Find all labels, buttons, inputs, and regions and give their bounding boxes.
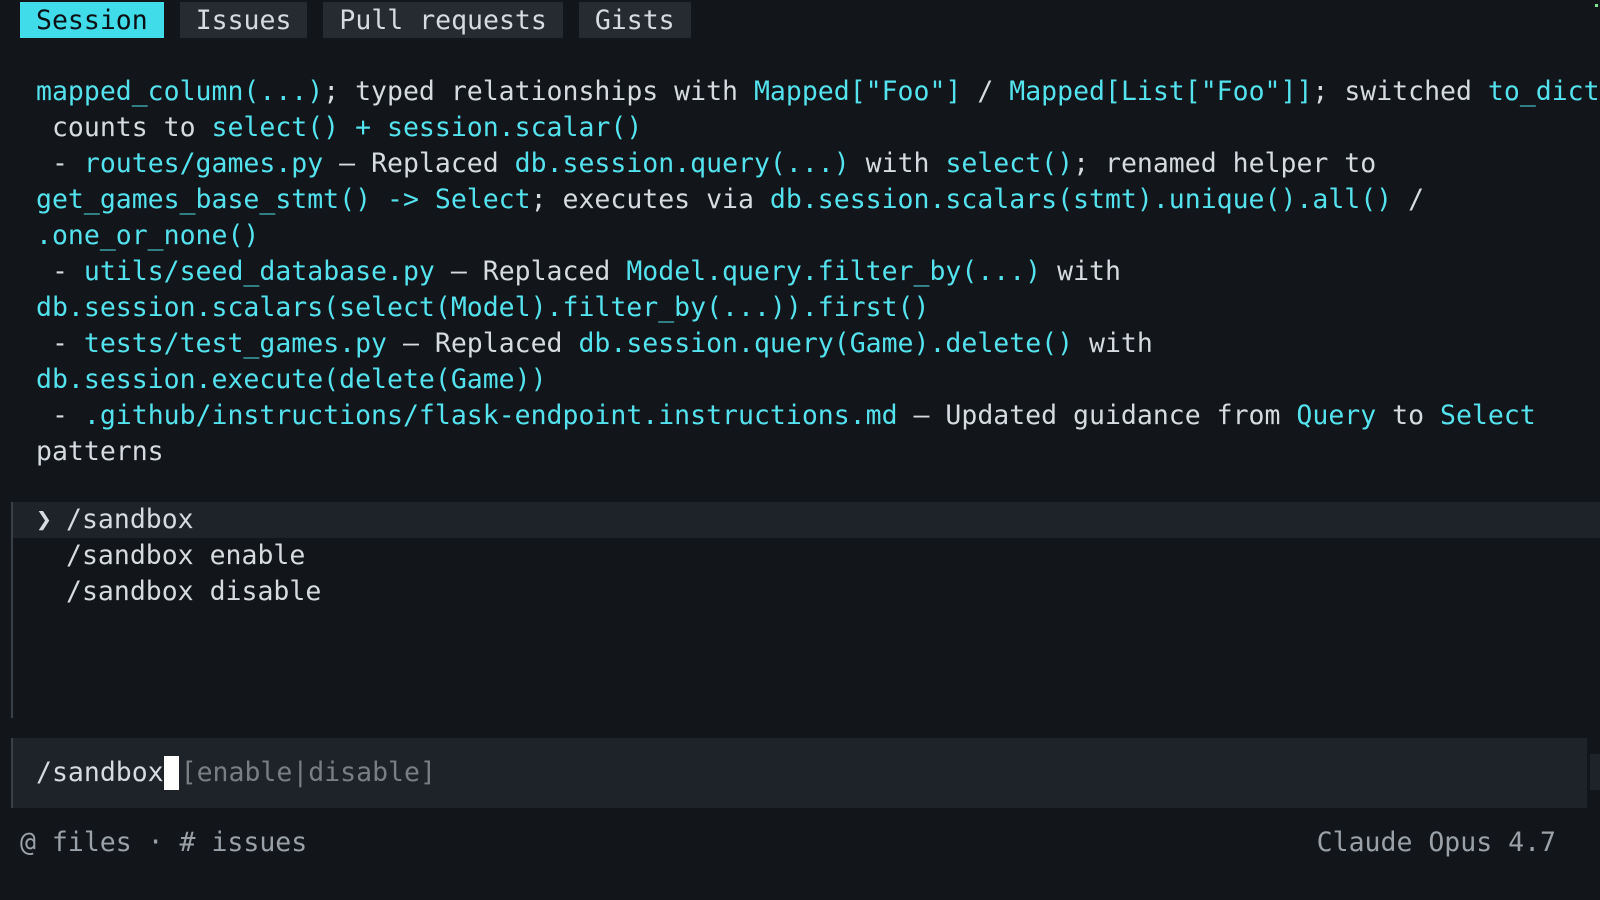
code-span: select() + session.scalar() xyxy=(211,112,643,143)
code-span: db.session.query(...) xyxy=(514,148,850,179)
footer-shortcuts: @ files · # issues xyxy=(20,827,308,858)
input-bar-tail xyxy=(1590,754,1600,790)
text-span: with xyxy=(849,148,946,179)
text-span: patterns xyxy=(36,436,164,467)
output-line: - utils/seed_database.py — Replaced Mode… xyxy=(36,254,1600,290)
code-span: to_dict xyxy=(1487,76,1600,107)
output-line: .one_or_none() xyxy=(36,218,1600,254)
text-span: - xyxy=(36,148,84,179)
text-span: to xyxy=(1376,400,1441,431)
code-span: .github/instructions/flask-endpoint.inst… xyxy=(83,400,898,431)
code-span: routes/games.py xyxy=(83,148,324,179)
code-span: Select xyxy=(1440,400,1536,431)
text-cursor xyxy=(163,756,179,790)
code-span: Mapped["Foo"] xyxy=(753,76,962,107)
text-span: ; typed relationships with xyxy=(323,76,754,107)
text-span: with xyxy=(1041,256,1121,287)
text-span: ; executes via xyxy=(530,184,770,215)
code-span: db.session.query(Game).delete() xyxy=(578,328,1074,359)
text-span: - xyxy=(36,400,84,431)
output-line: patterns xyxy=(36,434,1600,470)
model-name: Claude Opus 4.7 xyxy=(1316,827,1556,858)
tab-bar: Session Issues Pull requests Gists xyxy=(20,2,691,38)
output-line: - .github/instructions/flask-endpoint.in… xyxy=(36,398,1600,434)
text-span: — Replaced xyxy=(434,256,627,287)
chevron-right-icon: ❯ xyxy=(36,504,52,535)
code-span: select() xyxy=(945,148,1074,179)
text-span: counts to xyxy=(36,112,212,143)
text-span: with xyxy=(1073,328,1153,359)
text-span: ; switched xyxy=(1312,76,1488,107)
suggestion-label: /sandbox disable xyxy=(66,576,322,607)
session-output: mapped_column(...); typed relationships … xyxy=(36,74,1600,470)
text-span: — Replaced xyxy=(387,328,579,359)
suggestion-sandbox-enable[interactable]: /sandbox enable xyxy=(36,538,321,574)
code-span: get_games_base_stmt() -> Select xyxy=(36,184,531,215)
code-span: Model.query.filter_by(...) xyxy=(626,256,1042,287)
text-span: — Updated guidance from xyxy=(897,400,1297,431)
text-span: / xyxy=(1392,184,1425,215)
code-span: Mapped[List["Foo"]] xyxy=(1009,76,1313,107)
code-span: Query xyxy=(1296,400,1377,431)
input-hint: [enable|disable] xyxy=(180,757,436,788)
output-line: get_games_base_stmt() -> Select; execute… xyxy=(36,182,1600,218)
output-line: db.session.execute(delete(Game)) xyxy=(36,362,1600,398)
output-line: mapped_column(...); typed relationships … xyxy=(36,74,1600,110)
output-line: - tests/test_games.py — Replaced db.sess… xyxy=(36,326,1600,362)
code-span: db.session.execute(delete(Game)) xyxy=(36,364,547,395)
text-span: / xyxy=(961,76,1010,107)
input-value: /sandbox xyxy=(36,757,164,788)
suggestion-label: /sandbox xyxy=(66,504,194,535)
code-span: .one_or_none() xyxy=(36,220,260,251)
output-line: - routes/games.py — Replaced db.session.… xyxy=(36,146,1600,182)
tab-pull-requests[interactable]: Pull requests xyxy=(323,2,563,38)
suggestion-sandbox[interactable]: ❯ /sandbox xyxy=(36,502,321,538)
text-span: - xyxy=(36,328,84,359)
status-dot xyxy=(1595,4,1598,7)
tab-gists[interactable]: Gists xyxy=(578,2,691,38)
code-span: tests/test_games.py xyxy=(83,328,388,359)
code-span: mapped_column(...) xyxy=(36,76,324,107)
suggestion-label: /sandbox enable xyxy=(66,540,306,571)
command-suggestions: ❯ /sandbox /sandbox enable /sandbox disab… xyxy=(36,502,321,610)
tab-issues[interactable]: Issues xyxy=(179,2,308,38)
tab-session[interactable]: Session xyxy=(20,2,164,38)
prompt-input[interactable]: /sandbox [enable|disable] xyxy=(36,755,436,791)
code-span: db.session.scalars(select(Model).filter_… xyxy=(36,292,930,323)
text-span: — Replaced xyxy=(323,148,515,179)
status-bar: @ files · # issues Claude Opus 4.7 xyxy=(20,825,1556,861)
code-span: utils/seed_database.py xyxy=(83,256,435,287)
output-line: counts to select() + session.scalar() xyxy=(36,110,1600,146)
code-span: db.session.scalars(stmt).unique().all() xyxy=(769,184,1393,215)
text-span: - xyxy=(36,256,84,287)
output-line: db.session.scalars(select(Model).filter_… xyxy=(36,290,1600,326)
suggestion-sandbox-disable[interactable]: /sandbox disable xyxy=(36,574,321,610)
text-span: ; renamed helper to xyxy=(1073,148,1377,179)
